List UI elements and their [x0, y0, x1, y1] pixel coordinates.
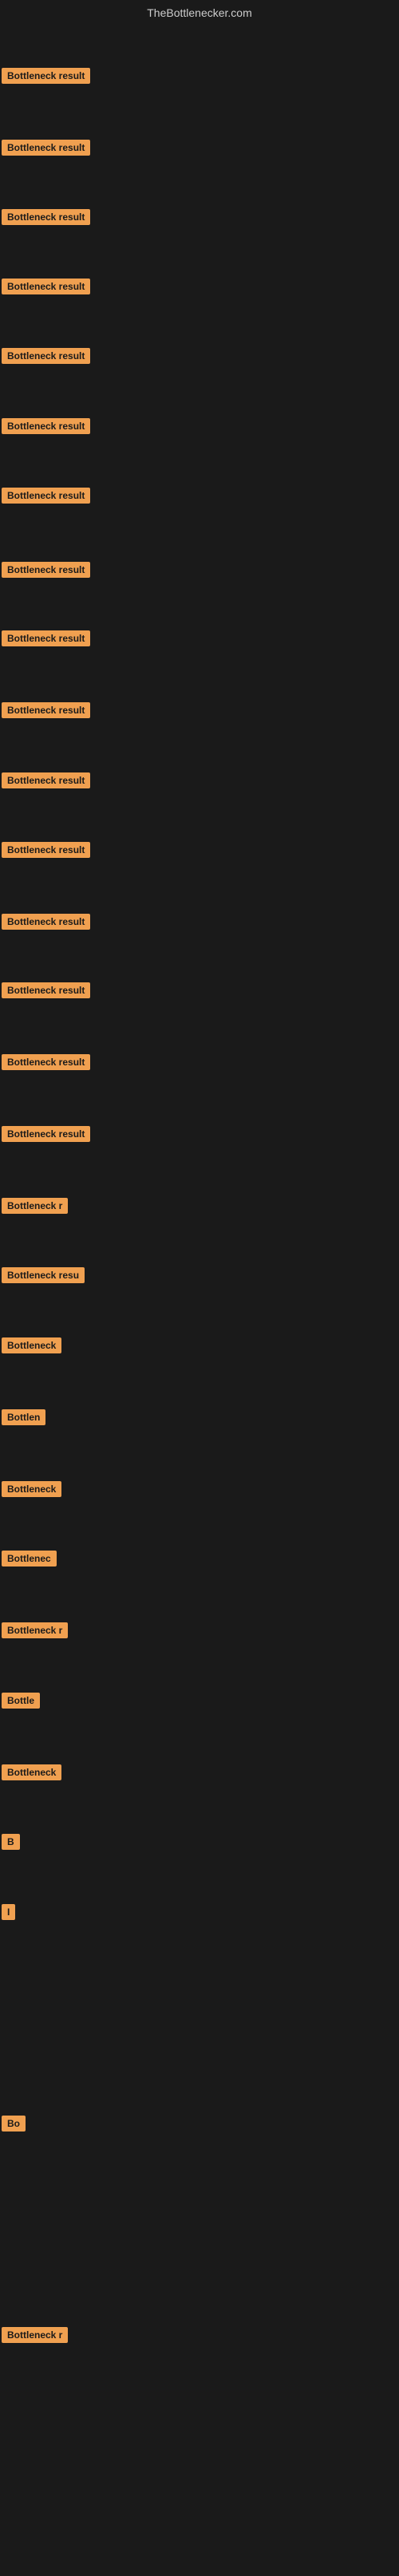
bottleneck-badge-15: Bottleneck result	[2, 1054, 90, 1070]
result-row-26[interactable]: B	[2, 1834, 20, 1854]
result-row-25[interactable]: Bottleneck	[2, 1764, 61, 1784]
result-row-19[interactable]: Bottleneck	[2, 1337, 61, 1357]
bottleneck-badge-22: Bottlenec	[2, 1551, 57, 1567]
bottleneck-badge-29: Bottleneck r	[2, 2327, 68, 2343]
result-row-8[interactable]: Bottleneck result	[2, 562, 90, 582]
result-row-21[interactable]: Bottleneck	[2, 1481, 61, 1501]
bottleneck-badge-5: Bottleneck result	[2, 348, 90, 364]
result-row-6[interactable]: Bottleneck result	[2, 418, 90, 438]
result-row-15[interactable]: Bottleneck result	[2, 1054, 90, 1074]
result-row-27[interactable]: I	[2, 1904, 15, 1924]
bottleneck-badge-20: Bottlen	[2, 1409, 45, 1425]
result-row-10[interactable]: Bottleneck result	[2, 702, 90, 722]
result-row-28[interactable]: Bo	[2, 2116, 26, 2135]
result-row-5[interactable]: Bottleneck result	[2, 348, 90, 368]
result-row-18[interactable]: Bottleneck resu	[2, 1267, 85, 1287]
result-row-11[interactable]: Bottleneck result	[2, 772, 90, 792]
result-row-4[interactable]: Bottleneck result	[2, 279, 90, 298]
bottleneck-badge-28: Bo	[2, 2116, 26, 2132]
bottleneck-badge-7: Bottleneck result	[2, 488, 90, 504]
bottleneck-badge-12: Bottleneck result	[2, 842, 90, 858]
bottleneck-badge-25: Bottleneck	[2, 1764, 61, 1780]
bottleneck-badge-11: Bottleneck result	[2, 772, 90, 788]
bottleneck-badge-3: Bottleneck result	[2, 209, 90, 225]
bottleneck-badge-4: Bottleneck result	[2, 279, 90, 294]
bottleneck-badge-6: Bottleneck result	[2, 418, 90, 434]
result-row-23[interactable]: Bottleneck r	[2, 1622, 68, 1642]
bottleneck-badge-14: Bottleneck result	[2, 982, 90, 998]
bottleneck-badge-27: I	[2, 1904, 15, 1920]
bottleneck-badge-2: Bottleneck result	[2, 140, 90, 156]
result-row-12[interactable]: Bottleneck result	[2, 842, 90, 862]
bottleneck-badge-21: Bottleneck	[2, 1481, 61, 1497]
bottleneck-badge-9: Bottleneck result	[2, 630, 90, 646]
bottleneck-badge-10: Bottleneck result	[2, 702, 90, 718]
bottleneck-badge-19: Bottleneck	[2, 1337, 61, 1353]
site-header: TheBottlenecker.com	[0, 0, 399, 22]
bottleneck-badge-1: Bottleneck result	[2, 68, 90, 84]
bottleneck-badge-24: Bottle	[2, 1693, 40, 1709]
bottleneck-badge-23: Bottleneck r	[2, 1622, 68, 1638]
bottleneck-badge-16: Bottleneck result	[2, 1126, 90, 1142]
result-row-14[interactable]: Bottleneck result	[2, 982, 90, 1002]
result-row-1[interactable]: Bottleneck result	[2, 68, 90, 88]
result-row-20[interactable]: Bottlen	[2, 1409, 45, 1429]
result-row-22[interactable]: Bottlenec	[2, 1551, 57, 1570]
bottleneck-badge-8: Bottleneck result	[2, 562, 90, 578]
bottleneck-badge-18: Bottleneck resu	[2, 1267, 85, 1283]
bottleneck-badge-26: B	[2, 1834, 20, 1850]
bottleneck-badge-13: Bottleneck result	[2, 914, 90, 930]
result-row-9[interactable]: Bottleneck result	[2, 630, 90, 650]
result-row-16[interactable]: Bottleneck result	[2, 1126, 90, 1146]
result-row-24[interactable]: Bottle	[2, 1693, 40, 1713]
result-row-13[interactable]: Bottleneck result	[2, 914, 90, 934]
result-row-17[interactable]: Bottleneck r	[2, 1198, 68, 1218]
result-row-2[interactable]: Bottleneck result	[2, 140, 90, 160]
bottleneck-badge-17: Bottleneck r	[2, 1198, 68, 1214]
result-row-7[interactable]: Bottleneck result	[2, 488, 90, 508]
result-row-3[interactable]: Bottleneck result	[2, 209, 90, 229]
result-row-29[interactable]: Bottleneck r	[2, 2327, 68, 2347]
